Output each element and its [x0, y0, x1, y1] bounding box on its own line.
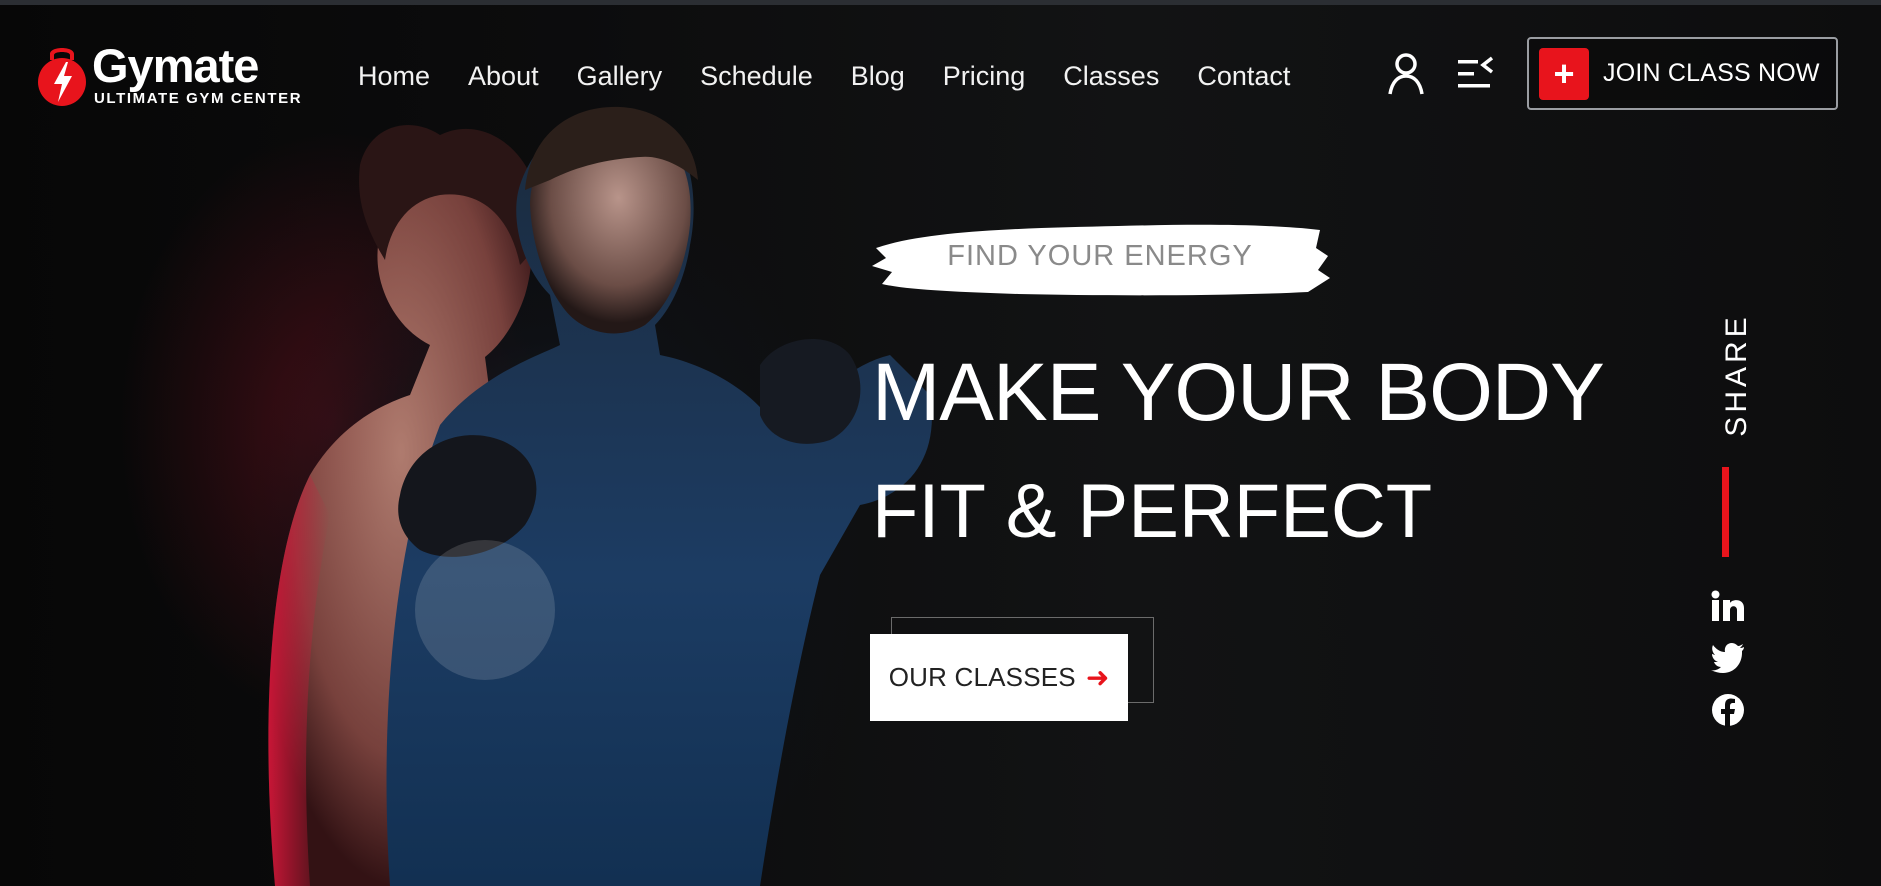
nav-item-blog[interactable]: Blog [851, 56, 905, 96]
menu-icon[interactable] [1456, 56, 1496, 92]
our-classes-label: OUR CLASSES [888, 662, 1076, 692]
main-nav: Home About Gallery Schedule Blog Pricing… [358, 56, 1328, 96]
share-section: SHARE [1720, 310, 1753, 440]
nav-item-classes[interactable]: Classes [1063, 56, 1159, 96]
nav-item-home[interactable]: Home [358, 56, 430, 96]
brand-tagline: ULTIMATE GYM CENTER [94, 90, 303, 107]
user-icon[interactable] [1386, 52, 1426, 96]
twitter-icon[interactable] [1711, 643, 1745, 673]
nav-item-about[interactable]: About [468, 56, 539, 96]
join-class-button[interactable]: + JOIN CLASS NOW [1527, 37, 1838, 110]
our-classes-button[interactable]: OUR CLASSES ➜ [870, 634, 1128, 721]
join-class-label: JOIN CLASS NOW [1603, 59, 1820, 87]
hero-subline: FIT & PERFECT [872, 469, 1433, 554]
nav-item-contact[interactable]: Contact [1197, 56, 1290, 96]
nav-item-schedule[interactable]: Schedule [700, 56, 813, 96]
brand-logo[interactable]: Gymate ULTIMATE GYM CENTER [36, 39, 301, 112]
share-label: SHARE [1720, 313, 1753, 437]
plus-icon: + [1539, 47, 1589, 100]
brand-name: Gymate [92, 39, 259, 92]
nav-item-pricing[interactable]: Pricing [943, 56, 1026, 96]
hero-tagline: FIND YOUR ENERGY [947, 240, 1253, 272]
share-divider [1722, 467, 1729, 557]
facebook-icon[interactable] [1711, 693, 1745, 727]
nav-item-gallery[interactable]: Gallery [577, 56, 663, 96]
linkedin-icon[interactable] [1711, 590, 1745, 622]
kettlebell-bolt-icon [38, 48, 86, 106]
arrow-right-icon: ➜ [1085, 662, 1110, 693]
hero-headline: MAKE YOUR BODY [872, 347, 1605, 438]
